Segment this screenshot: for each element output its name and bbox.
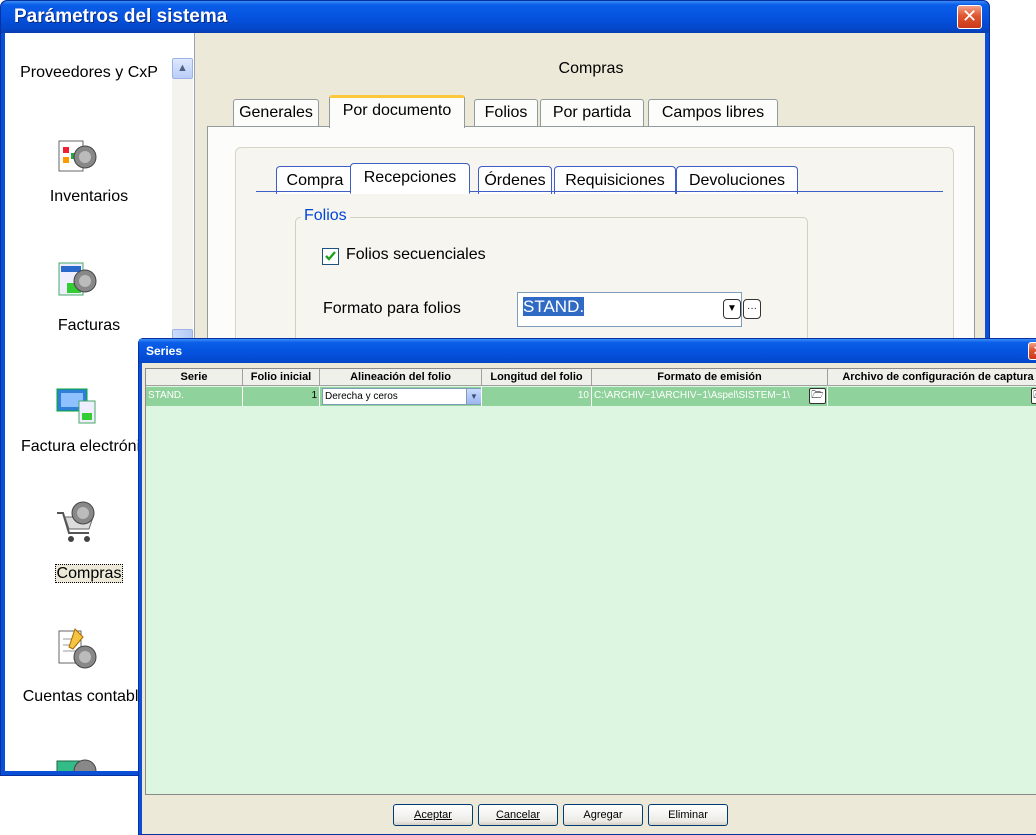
tab-por-partida[interactable]: Por partida <box>540 99 644 129</box>
delete-button[interactable]: Eliminar <box>648 804 728 826</box>
inner-tab-devoluciones[interactable]: Devoluciones <box>676 166 798 194</box>
folio-format-field[interactable]: STAND. <box>517 292 742 327</box>
section-header: Compras <box>558 60 624 77</box>
series-window-title: Series <box>146 344 183 358</box>
main-titlebar[interactable]: Parámetros del sistema ✕ <box>1 1 989 33</box>
cell-archivo-config[interactable] <box>828 387 1036 406</box>
tab-por-documento[interactable]: Por documento <box>329 95 465 128</box>
delete-button-label: Eliminar <box>668 809 708 821</box>
column-header-formato-emision[interactable]: Formato de emisión <box>592 369 828 386</box>
sequential-folios-label[interactable]: Folios secuenciales <box>346 246 486 264</box>
series-client-area: Serie Folio inicial Alineación del folio… <box>142 363 1036 834</box>
formato-emision-value: C:\ARCHIV~1\ARCHIV~1\Aspel\SISTEM~1\ <box>594 390 790 401</box>
table-row[interactable]: STAND. 1 Derecha y ceros ▼ 10 C:\ARCHIV~… <box>146 387 1036 406</box>
cancel-button[interactable]: Cancelar <box>478 804 558 826</box>
series-window: Series ✕ Serie Folio inicial Alineación … <box>138 338 1036 835</box>
inner-tab-requisiciones[interactable]: Requisiciones <box>554 166 676 194</box>
series-grid[interactable]: Serie Folio inicial Alineación del folio… <box>145 368 1036 795</box>
grid-header: Serie Folio inicial Alineación del folio… <box>146 369 1036 386</box>
cell-serie[interactable]: STAND. <box>146 387 243 406</box>
inner-tab-ordenes[interactable]: Órdenes <box>478 166 552 194</box>
series-close-button[interactable]: ✕ <box>1028 342 1036 360</box>
inventory-icon[interactable] <box>53 133 101 181</box>
cell-formato-emision[interactable]: C:\ARCHIV~1\ARCHIV~1\Aspel\SISTEM~1\ <box>592 387 828 406</box>
cell-alineacion[interactable]: Derecha y ceros ▼ <box>320 387 482 406</box>
shopping-cart-icon[interactable] <box>53 499 101 547</box>
cell-folio-inicial[interactable]: 1 <box>243 387 320 406</box>
column-header-serie[interactable]: Serie <box>146 369 243 386</box>
e-invoice-icon[interactable] <box>53 381 101 429</box>
next-module-icon[interactable] <box>53 749 101 771</box>
column-header-longitud[interactable]: Longitud del folio <box>482 369 592 386</box>
chevron-down-icon[interactable]: ▼ <box>466 389 481 404</box>
dropdown-arrow-icon: ▼ <box>727 303 737 314</box>
ellipsis-icon: ··· <box>747 303 757 314</box>
inner-tab-recepciones[interactable]: Recepciones <box>350 163 470 194</box>
column-header-folio-inicial[interactable]: Folio inicial <box>243 369 320 386</box>
alignment-select[interactable]: Derecha y ceros ▼ <box>322 388 481 405</box>
add-button-label: Agregar <box>583 809 623 821</box>
sidebar-item-inventarios[interactable]: Inventarios <box>9 187 169 206</box>
alignment-select-value: Derecha y ceros <box>325 391 398 402</box>
accounts-icon[interactable] <box>53 625 101 673</box>
folio-format-browse-button[interactable]: ··· <box>743 299 761 319</box>
sidebar-item-proveedores[interactable]: Proveedores y CxP <box>9 63 169 82</box>
tab-folios[interactable]: Folios <box>474 99 538 129</box>
inner-tab-compra[interactable]: Compra <box>276 166 354 194</box>
sidebar-item-facturas[interactable]: Facturas <box>9 316 169 335</box>
sequential-folios-checkbox[interactable] <box>322 248 339 265</box>
invoices-icon[interactable] <box>53 257 101 305</box>
close-button[interactable]: ✕ <box>957 5 982 29</box>
series-titlebar[interactable]: Series ✕ <box>139 339 1036 363</box>
folio-format-label: Formato para folios <box>323 300 461 317</box>
window-title: Parámetros del sistema <box>14 6 228 27</box>
accept-button-label: Aceptar <box>414 809 452 821</box>
folio-format-dropdown-button[interactable]: ▼ <box>723 299 741 319</box>
sidebar-item-compras-label: Compras <box>54 564 124 583</box>
cancel-button-label: Cancelar <box>495 809 541 821</box>
folio-format-value: STAND. <box>523 297 585 316</box>
formato-folder-button[interactable]: 🗁 <box>809 388 826 404</box>
folder-icon: 🗁 <box>811 390 824 401</box>
tab-campos-libres[interactable]: Campos libres <box>648 99 778 129</box>
config-folder-button[interactable]: 🗁 <box>1031 388 1036 404</box>
checkmark-icon <box>325 251 336 261</box>
add-button[interactable]: Agregar <box>563 804 643 826</box>
cell-longitud[interactable]: 10 <box>482 387 592 406</box>
tab-generales[interactable]: Generales <box>233 99 319 129</box>
scroll-up-arrow-icon[interactable]: ▲ <box>172 58 193 79</box>
column-header-alineacion[interactable]: Alineación del folio <box>320 369 482 386</box>
folios-group-legend: Folios <box>301 207 350 225</box>
column-header-archivo-config[interactable]: Archivo de configuración de captura <box>828 369 1036 386</box>
accept-button[interactable]: Aceptar <box>393 804 473 826</box>
